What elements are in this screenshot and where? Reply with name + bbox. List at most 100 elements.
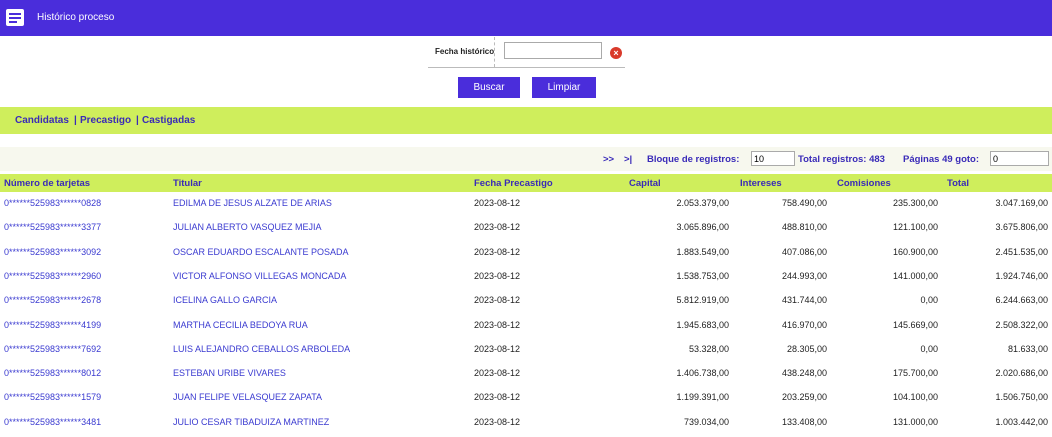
card-number-link[interactable]: 0******525983******3481 bbox=[4, 417, 101, 427]
table-row: 0******525983******1579 JUAN FELIPE VELAS… bbox=[0, 386, 1052, 410]
search-button[interactable]: Buscar bbox=[458, 77, 520, 98]
card-number-link[interactable]: 0******525983******2678 bbox=[4, 295, 101, 305]
total-cell: 1.003.442,00 bbox=[995, 416, 1048, 427]
clear-button[interactable]: Limpiar bbox=[532, 77, 596, 98]
intereses-cell: 438.248,00 bbox=[781, 368, 827, 379]
fecha-precastigo-cell: 2023-08-12 bbox=[474, 270, 521, 281]
nav-separator: | bbox=[136, 115, 139, 126]
intereses-cell: 203.259,00 bbox=[781, 392, 827, 403]
comisiones-cell: 104.100,00 bbox=[892, 392, 938, 403]
titular-link[interactable]: JULIO CESAR TIBADUIZA MARTINEZ bbox=[173, 417, 329, 427]
fecha-precastigo-cell: 2023-08-12 bbox=[474, 246, 521, 257]
table-row: 0******525983******0828 EDILMA DE JESUS A… bbox=[0, 192, 1052, 216]
card-number-link[interactable]: 0******525983******3377 bbox=[4, 222, 101, 232]
capital-cell: 2.053.379,00 bbox=[676, 198, 729, 208]
titular-link[interactable]: MARTHA CECILIA BEDOYA RUA bbox=[173, 320, 308, 330]
col-intereses[interactable]: Intereses bbox=[740, 178, 782, 189]
capital-cell: 1.945.683,00 bbox=[676, 319, 729, 330]
total-cell: 2.508.322,00 bbox=[995, 319, 1048, 330]
capital-cell: 3.065.896,00 bbox=[676, 222, 729, 233]
col-total[interactable]: Total bbox=[947, 178, 969, 189]
fecha-precastigo-cell: 2023-08-12 bbox=[474, 368, 521, 379]
total-cell: 2.451.535,00 bbox=[995, 246, 1048, 257]
titular-link[interactable]: OSCAR EDUARDO ESCALANTE POSADA bbox=[173, 247, 349, 257]
nav-link-precastigo[interactable]: Precastigo bbox=[80, 115, 131, 126]
category-nav: Candidatas | Precastigo | Castigadas bbox=[0, 107, 1052, 134]
fecha-precastigo-cell: 2023-08-12 bbox=[474, 319, 521, 330]
capital-cell: 1.199.391,00 bbox=[676, 392, 729, 403]
fecha-precastigo-cell: 2023-08-12 bbox=[474, 198, 521, 208]
titular-link[interactable]: ICELINA GALLO GARCIA bbox=[173, 295, 277, 305]
col-comisiones[interactable]: Comisiones bbox=[837, 178, 891, 189]
titular-link[interactable]: JULIAN ALBERTO VASQUEZ MEJIA bbox=[173, 222, 322, 232]
total-cell: 81.633,00 bbox=[1007, 343, 1048, 354]
form-divider bbox=[494, 37, 495, 67]
filter-form: Fecha histórico × bbox=[428, 37, 625, 68]
comisiones-cell: 235.300,00 bbox=[892, 198, 938, 208]
fecha-precastigo-cell: 2023-08-12 bbox=[474, 416, 521, 427]
page-title: Histórico proceso bbox=[37, 12, 115, 23]
card-number-link[interactable]: 0******525983******3092 bbox=[4, 247, 101, 257]
comisiones-cell: 131.000,00 bbox=[892, 416, 938, 427]
total-cell: 1.924.746,00 bbox=[995, 270, 1048, 281]
intereses-cell: 416.970,00 bbox=[781, 319, 827, 330]
block-size-label: Bloque de registros: bbox=[647, 154, 740, 165]
fecha-precastigo-cell: 2023-08-12 bbox=[474, 295, 521, 306]
pagination-bar: >> >| Bloque de registros: Total registr… bbox=[0, 147, 1052, 171]
table-row: 0******525983******8012 ESTEBAN URIBE VIV… bbox=[0, 362, 1052, 386]
fecha-precastigo-cell: 2023-08-12 bbox=[474, 343, 521, 354]
clear-x-icon[interactable]: × bbox=[610, 47, 622, 59]
capital-cell: 1.406.738,00 bbox=[676, 368, 729, 379]
card-number-link[interactable]: 0******525983******1579 bbox=[4, 392, 101, 402]
card-number-link[interactable]: 0******525983******4199 bbox=[4, 320, 101, 330]
table-row: 0******525983******2678 ICELINA GALLO GAR… bbox=[0, 289, 1052, 313]
capital-cell: 1.883.549,00 bbox=[676, 246, 729, 257]
col-numero-tarjetas[interactable]: Número de tarjetas bbox=[4, 178, 90, 189]
capital-cell: 53.328,00 bbox=[688, 343, 729, 354]
comisiones-cell: 175.700,00 bbox=[892, 368, 938, 379]
block-size-input[interactable] bbox=[751, 151, 795, 166]
nav-separator: | bbox=[74, 115, 77, 126]
last-page-link[interactable]: >| bbox=[624, 154, 632, 165]
fecha-historico-label: Fecha histórico bbox=[435, 47, 495, 56]
comisiones-cell: 0,00 bbox=[920, 295, 938, 306]
titular-link[interactable]: ESTEBAN URIBE VIVARES bbox=[173, 368, 286, 378]
list-window-icon bbox=[6, 9, 24, 26]
comisiones-cell: 145.669,00 bbox=[892, 319, 938, 330]
intereses-cell: 488.810,00 bbox=[781, 222, 827, 233]
capital-cell: 1.538.753,00 bbox=[676, 270, 729, 281]
card-number-link[interactable]: 0******525983******0828 bbox=[4, 198, 101, 208]
total-cell: 3.675.806,00 bbox=[995, 222, 1048, 233]
title-bar: Histórico proceso bbox=[0, 0, 1052, 36]
card-number-link[interactable]: 0******525983******2960 bbox=[4, 271, 101, 281]
fecha-precastigo-cell: 2023-08-12 bbox=[474, 392, 521, 403]
fecha-historico-input[interactable] bbox=[504, 42, 602, 59]
pages-goto-label: Páginas 49 goto: bbox=[903, 154, 980, 165]
col-fecha-precastigo[interactable]: Fecha Precastigo bbox=[474, 178, 553, 189]
titular-link[interactable]: VICTOR ALFONSO VILLEGAS MONCADA bbox=[173, 271, 346, 281]
intereses-cell: 758.490,00 bbox=[781, 198, 827, 208]
total-cell: 3.047.169,00 bbox=[995, 198, 1048, 208]
col-capital[interactable]: Capital bbox=[629, 178, 661, 189]
total-cell: 6.244.663,00 bbox=[995, 295, 1048, 306]
comisiones-cell: 141.000,00 bbox=[892, 270, 938, 281]
goto-page-input[interactable] bbox=[990, 151, 1049, 166]
col-titular[interactable]: Titular bbox=[173, 178, 202, 189]
titular-link[interactable]: EDILMA DE JESUS ALZATE DE ARIAS bbox=[173, 198, 332, 208]
titular-link[interactable]: JUAN FELIPE VELASQUEZ ZAPATA bbox=[173, 392, 322, 402]
card-number-link[interactable]: 0******525983******8012 bbox=[4, 368, 101, 378]
nav-link-castigadas[interactable]: Castigadas bbox=[142, 115, 195, 126]
intereses-cell: 431.744,00 bbox=[781, 295, 827, 306]
table-row: 0******525983******3092 OSCAR EDUARDO ESC… bbox=[0, 241, 1052, 265]
titular-link[interactable]: LUIS ALEJANDRO CEBALLOS ARBOLEDA bbox=[173, 344, 350, 354]
table-header: Número de tarjetas Titular Fecha Precast… bbox=[0, 174, 1052, 192]
table-row: 0******525983******7692 LUIS ALEJANDRO CE… bbox=[0, 338, 1052, 362]
next-page-link[interactable]: >> bbox=[603, 154, 614, 165]
card-number-link[interactable]: 0******525983******7692 bbox=[4, 344, 101, 354]
nav-link-candidatas[interactable]: Candidatas bbox=[15, 115, 69, 126]
table-row: 0******525983******4199 MARTHA CECILIA BE… bbox=[0, 314, 1052, 338]
intereses-cell: 28.305,00 bbox=[786, 343, 827, 354]
total-cell: 2.020.686,00 bbox=[995, 368, 1048, 379]
intereses-cell: 133.408,00 bbox=[781, 416, 827, 427]
comisiones-cell: 121.100,00 bbox=[892, 222, 938, 233]
